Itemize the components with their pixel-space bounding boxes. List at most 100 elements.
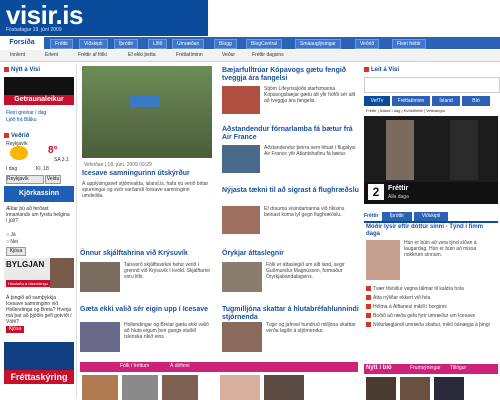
weather-button[interactable]: Veldu xyxy=(45,175,61,184)
main-story-sign xyxy=(130,95,160,107)
bullet-icon xyxy=(366,286,371,292)
mid-col-story-1-text: Stjórn Lífeyrissjóðs starfsmanna Kópavog… xyxy=(264,86,356,104)
people-thumb-1[interactable] xyxy=(82,375,118,400)
main-story-caption: Vefsíðan | 18. júní, 2009 09:29 xyxy=(84,162,152,168)
tv-tab-island[interactable]: Ísland xyxy=(432,96,460,106)
right-list-item[interactable]: Boðið að ræða gefa fyrir umræður um Ices… xyxy=(366,313,496,319)
tv-sub-kvoldfrettir[interactable]: Kvöldfréttir xyxy=(404,108,423,113)
current-date: Föstudagur 19. júní 2009 xyxy=(6,27,62,33)
nav-tab-ithrottir[interactable]: Íþróttir xyxy=(114,39,139,49)
weather-select[interactable]: Reykjavík xyxy=(6,175,44,184)
mid-story-2-text: Fólk er áttaslegið um allt land, segir G… xyxy=(266,262,345,280)
people-thumb-2[interactable] xyxy=(122,375,158,400)
left-story-button[interactable]: Kjósa xyxy=(6,326,24,333)
subnav-ef-ekki[interactable]: Ef ekki þetta xyxy=(128,51,156,60)
people-tab-2[interactable]: Á döfinni xyxy=(170,363,189,369)
subnav-frettatiminn[interactable]: Fréttatíminn xyxy=(176,51,203,60)
mid-story-1-headline[interactable]: Önnur skjálftahrina við Krýsuvík xyxy=(80,250,220,258)
tv-anchor-1 xyxy=(386,120,414,180)
mid-story-1-thumb[interactable] xyxy=(80,262,120,292)
people-thumb-5[interactable] xyxy=(264,375,304,400)
people-thumb-4[interactable] xyxy=(220,375,260,400)
mid-col-story-1-headline[interactable]: Bæjarfulltrúar Kópavogs gætu fengið tveg… xyxy=(222,67,360,83)
right-headline[interactable]: Móðir lýsir eftir dóttur sinni - Týnd í … xyxy=(366,224,496,238)
tv-tab-frettatiminn[interactable]: Fréttatíminn xyxy=(392,96,430,106)
people-tab-1[interactable]: Fólk í fréttum xyxy=(120,363,149,369)
right-list-item[interactable]: Átta nýliðar ekkert við fela xyxy=(366,295,496,301)
left-link-2[interactable]: Ljóð frá Blåku xyxy=(6,117,37,123)
right-search-box[interactable] xyxy=(364,77,500,93)
nav-tab-umraedan[interactable]: Umræðan xyxy=(172,39,205,49)
news-tab-vidskipti[interactable]: Viðskipti xyxy=(414,212,448,221)
mid-col-story-3-headline[interactable]: Nýjasta tækni til að sigrast á flughræðs… xyxy=(222,187,360,195)
main-story-headline[interactable]: Icesave samningurinn útskýrður xyxy=(82,170,216,178)
bylgjan-photo xyxy=(50,258,74,288)
mid-story-1-text: Talsverð skjálftavirkni hefur verið í gr… xyxy=(124,262,211,280)
main-story-image[interactable] xyxy=(82,66,212,158)
nav-tab-vidskipti[interactable]: Viðskipti xyxy=(79,39,108,49)
weather-label-time: Kl. 18 xyxy=(36,166,49,172)
mid-col-story-1-thumb[interactable] xyxy=(222,86,260,114)
bottom-story-2-headline[interactable]: Tugmilljóna skattar á hlutabréfahlunnind… xyxy=(222,306,362,322)
tv-info-bar xyxy=(364,182,498,204)
subnav-vedur[interactable]: Veður xyxy=(222,51,235,60)
getraun-banner-top[interactable] xyxy=(4,77,74,95)
red-square-icon xyxy=(364,67,369,72)
bylgjan-listen-button[interactable]: Hlustaðu á útsendingu xyxy=(6,280,50,287)
bottom-story-1-headline[interactable]: Gæta ekki valið sér eigin upp í Icesave xyxy=(80,306,220,314)
right-headline-thumb[interactable] xyxy=(366,240,400,280)
subnav-erlent[interactable]: Erlent xyxy=(45,51,58,60)
bio-tab-tillogur[interactable]: Tillögur xyxy=(450,365,466,371)
mid-col-story-2-thumb[interactable] xyxy=(222,145,260,173)
nav-tab-vedrid[interactable]: Veðrið xyxy=(355,39,380,49)
right-list-item[interactable]: Hólma á Álftanesi mikill í borginni xyxy=(366,304,496,310)
mid-story-2-thumb[interactable] xyxy=(222,262,262,292)
tv-tab-veftv[interactable]: VefTv xyxy=(364,96,390,106)
getraun-button[interactable]: Getraunaleikur xyxy=(4,95,74,105)
bio-thumb-2[interactable] xyxy=(400,377,430,400)
red-square-icon xyxy=(4,133,9,138)
tv-sub-frettir[interactable]: Fréttir xyxy=(366,108,376,113)
tv-sub-vettvangur[interactable]: Vettvangur xyxy=(426,108,445,113)
bottom-story-1-thumb[interactable] xyxy=(80,322,120,352)
subnav-innlent[interactable]: Innlent xyxy=(10,51,25,60)
nav-tab-blogcentral[interactable]: BlogCentral xyxy=(246,39,283,49)
nav-tab-blogg[interactable]: Blogg xyxy=(214,39,237,49)
right-list: Tvær tilvísllur vegna tálmar til kaldra … xyxy=(366,286,496,331)
news-tab-frettir[interactable]: Fréttir xyxy=(364,213,378,219)
nav-tab-frettir[interactable]: Fréttir xyxy=(50,39,74,49)
frettaskyring-image[interactable] xyxy=(4,342,74,370)
bio-thumb-3[interactable] xyxy=(434,377,464,400)
tv-sub-island[interactable]: Ísland í dag xyxy=(380,108,401,113)
right-list-item[interactable]: Tvær tilvísllur vegna tálmar til kaldra … xyxy=(366,286,496,292)
mid-col-story-3-thumb[interactable] xyxy=(222,206,260,234)
bio-tab-frumsyningar[interactable]: Frumsýningar xyxy=(410,365,441,371)
main-story-text: Á upplýsingavef stjórnvalda, island.is, … xyxy=(82,181,209,199)
poll-option-yes[interactable]: ○ Já xyxy=(6,232,16,238)
mid-col-story-2-text: Aðstandendur þeirra sem létust í flugsly… xyxy=(264,145,356,157)
subnav-folk[interactable]: Fréttir af fólki xyxy=(78,51,107,60)
bio-thumb-1[interactable] xyxy=(366,377,396,400)
left-story-text: Á þingið að samþykkja Icesave samninginn… xyxy=(6,295,72,325)
red-square-icon xyxy=(4,67,9,72)
people-thumb-3[interactable] xyxy=(162,375,198,400)
tv-tab-bio[interactable]: Bíó xyxy=(462,96,490,106)
bottom-story-2-thumb[interactable] xyxy=(222,322,262,352)
right-list-item[interactable]: Niðurlægjandi umræða skattur, mikil óánæ… xyxy=(366,322,496,328)
right-headline-text: Hún er búin að vera týnd síðan á laugard… xyxy=(404,240,477,258)
news-tab-ithrottir[interactable]: Íþróttir xyxy=(382,212,412,221)
poll-option-no[interactable]: ○ Nei xyxy=(6,239,18,245)
nav-home-tab[interactable]: Forsíða xyxy=(0,37,44,49)
nav-tab-lifid[interactable]: Lífið xyxy=(148,39,168,49)
nav-tab-smaauglysingar[interactable]: Smáauglýsingar xyxy=(295,39,341,49)
mid-story-2-headline[interactable]: Örykjar áttaslegnir xyxy=(222,250,362,258)
subnav-frettir-dagsins[interactable]: Fréttir dagsins xyxy=(252,51,284,60)
mid-col-story-2-headline[interactable]: Aðstandendur fórnarlamba fá bætur frá Ai… xyxy=(222,126,360,142)
kjorkassinn-banner[interactable]: Kjörkassinn xyxy=(4,186,74,202)
frettaskyring-banner[interactable]: Fréttaskýring xyxy=(4,370,74,384)
tv-frettir-sub: Alla daga xyxy=(388,194,409,200)
nav-tab-fleiri[interactable]: Fleiri fréttir xyxy=(392,39,426,49)
left-link-1[interactable]: Fleiri greinar í dag xyxy=(6,110,46,116)
poll-vote-button[interactable]: Kjósa xyxy=(6,247,26,256)
tv-anchor-2 xyxy=(450,120,478,180)
